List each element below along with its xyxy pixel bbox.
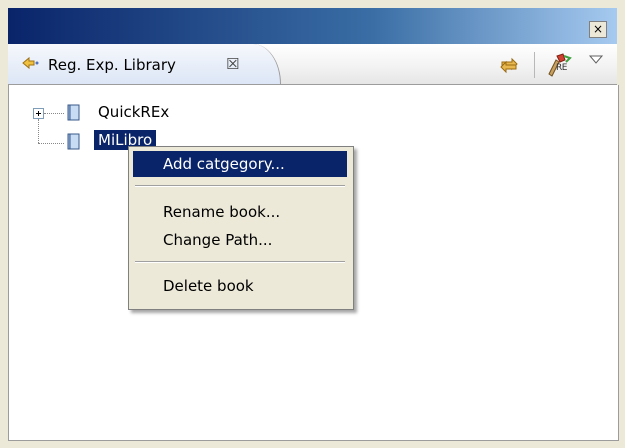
menu-item-add-category[interactable]: Add catgegory... bbox=[133, 151, 347, 177]
tree-item-quickrex[interactable]: QuickREx bbox=[98, 103, 169, 121]
tab-strip: Reg. Exp. Library ☒ RE bbox=[8, 44, 617, 85]
new-regex-button[interactable]: RE bbox=[546, 52, 574, 78]
menu-item-delete-book[interactable]: Delete book bbox=[133, 273, 347, 299]
context-menu: Add catgegory... Rename book... Change P… bbox=[128, 146, 354, 310]
tab-label: Reg. Exp. Library bbox=[48, 56, 176, 74]
book-icon bbox=[67, 133, 80, 150]
tab-close-icon[interactable]: ☒ bbox=[226, 55, 239, 73]
tree-connector bbox=[38, 119, 39, 143]
tab-reg-exp-library[interactable]: Reg. Exp. Library ☒ bbox=[8, 44, 281, 84]
tree-connector bbox=[38, 143, 64, 144]
toolbar-separator bbox=[534, 52, 535, 78]
sync-arrows-icon[interactable] bbox=[498, 54, 520, 76]
menu-item-change-path[interactable]: Change Path... bbox=[133, 227, 347, 253]
expand-toggle-icon[interactable] bbox=[33, 108, 44, 119]
menu-separator bbox=[135, 185, 345, 187]
regex-library-icon bbox=[22, 56, 39, 70]
menu-separator bbox=[135, 261, 345, 263]
tree-connector bbox=[44, 113, 64, 114]
book-icon bbox=[67, 104, 80, 121]
title-bar: × bbox=[8, 8, 617, 44]
regex-button-text: RE bbox=[556, 63, 567, 73]
view-window: × Reg. Exp. Library ☒ RE QuickREx MiLibr… bbox=[0, 0, 625, 448]
close-window-button[interactable]: × bbox=[589, 21, 607, 38]
menu-item-rename-book[interactable]: Rename book... bbox=[133, 199, 347, 225]
view-menu-triangle-icon[interactable] bbox=[588, 54, 604, 66]
